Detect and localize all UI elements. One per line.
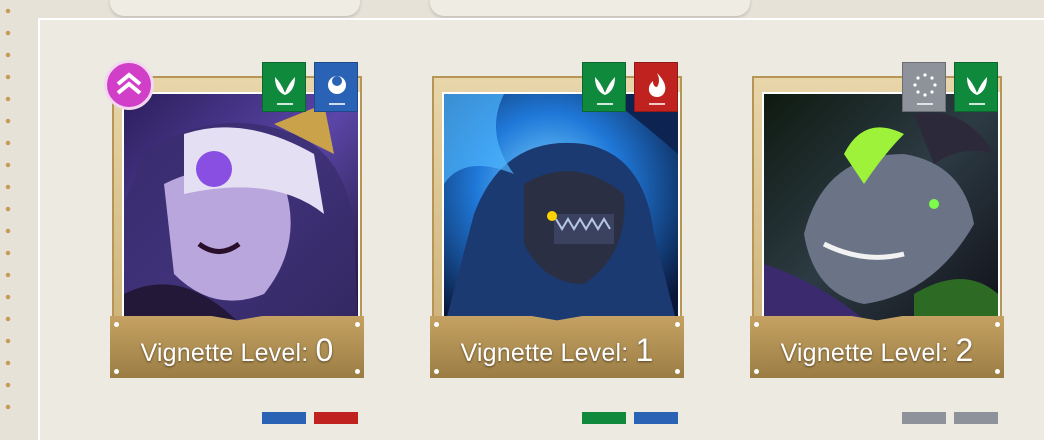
moon-icon (314, 62, 358, 112)
level-ribbon: Vignette Level: 0 (110, 316, 364, 378)
upgrade-icon (104, 60, 154, 110)
vignette-card[interactable]: Vignette Level: 0 (104, 60, 364, 378)
leaf-icon (262, 62, 306, 112)
next-row-badge (262, 412, 306, 424)
vignette-card[interactable]: Vignette Level: 1 (430, 62, 684, 378)
level-value: 0 (315, 332, 334, 368)
level-ribbon: Vignette Level: 1 (430, 316, 684, 378)
level-value: 2 (955, 332, 974, 368)
previous-card-edge (430, 0, 750, 16)
decorative-dot-border (4, 0, 12, 420)
previous-card-edge (110, 0, 360, 16)
level-value: 1 (635, 332, 654, 368)
fire-icon (634, 62, 678, 112)
card-art (762, 92, 1000, 330)
next-row-badge (582, 412, 626, 424)
card-art (122, 92, 360, 330)
level-label: Vignette Level: (140, 339, 309, 367)
next-row-badge (314, 412, 358, 424)
leaf-icon (954, 62, 998, 112)
next-row-badge (634, 412, 678, 424)
card-art (442, 92, 680, 330)
stars-icon (902, 62, 946, 112)
leaf-icon (582, 62, 626, 112)
level-label: Vignette Level: (460, 339, 629, 367)
level-label: Vignette Level: (780, 339, 949, 367)
next-row-badge (954, 412, 998, 424)
level-ribbon: Vignette Level: 2 (750, 316, 1004, 378)
vignette-card[interactable]: Vignette Level: 2 (750, 62, 1004, 378)
next-row-badge (902, 412, 946, 424)
